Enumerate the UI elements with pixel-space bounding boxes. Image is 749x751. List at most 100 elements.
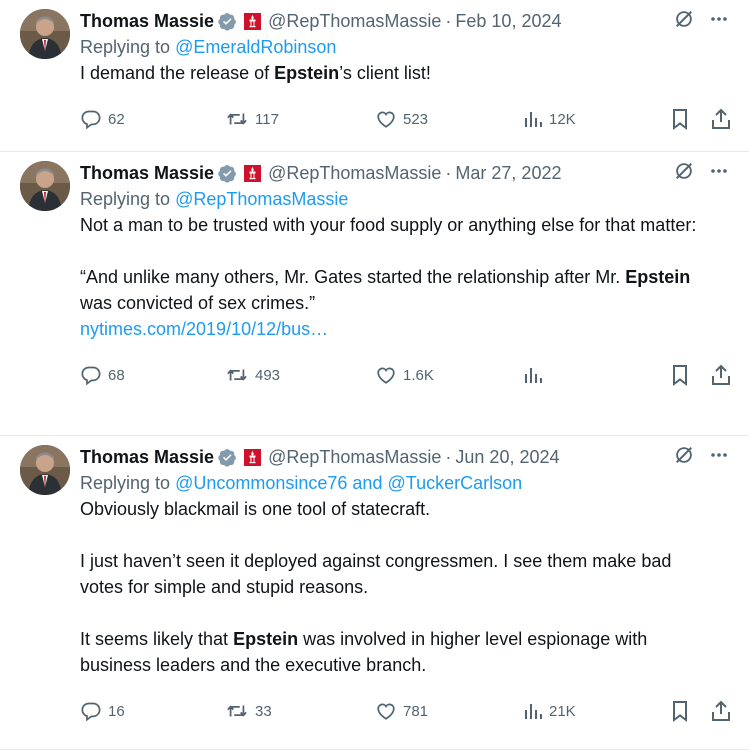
views-button[interactable]: 12K <box>523 99 576 139</box>
tweet-header: Thomas Massie @RepThomasMassie · Jun 20,… <box>80 444 749 470</box>
retweet-button[interactable]: 33 <box>225 691 272 731</box>
reply-icon <box>81 110 101 130</box>
more-icon[interactable] <box>709 161 729 186</box>
like-count: 523 <box>403 110 429 128</box>
views-count: 21K <box>549 702 576 720</box>
text-segment: Not a man to be trusted with your food s… <box>80 215 697 235</box>
tweet-text: Not a man to be trusted with your food s… <box>80 212 749 342</box>
highlighted-keyword: Epstein <box>274 63 340 83</box>
share-icon <box>712 700 730 721</box>
views-icon <box>525 704 542 719</box>
replying-to: Replying to @EmeraldRobinson <box>80 34 749 60</box>
tweet-paragraph: Obviously blackmail is one tool of state… <box>80 496 719 522</box>
tweet-date[interactable]: Feb 10, 2024 <box>455 8 561 34</box>
like-count: 781 <box>403 702 429 720</box>
tweet-header-actions <box>673 160 729 186</box>
reply-button[interactable]: 68 <box>80 355 125 395</box>
like-button[interactable]: 523 <box>375 99 428 139</box>
us-congress-flag-icon <box>243 12 262 31</box>
avatar[interactable] <box>20 161 70 211</box>
grok-icon[interactable] <box>673 8 695 35</box>
author-name[interactable]: Thomas Massie <box>80 8 214 34</box>
like-icon <box>377 111 395 128</box>
replying-to-prefix: Replying to <box>80 473 176 493</box>
views-count: 12K <box>549 110 576 128</box>
share-icon <box>712 364 730 385</box>
grok-icon[interactable] <box>673 160 695 187</box>
separator-dot: · <box>445 11 452 31</box>
text-segment: was convicted of sex crimes.” <box>80 293 316 313</box>
more-icon[interactable] <box>709 9 729 34</box>
avatar[interactable] <box>20 9 70 59</box>
reply-icon <box>81 702 101 722</box>
text-segment: It seems likely that <box>80 629 234 649</box>
tweet-header: Thomas Massie @RepThomasMassie · Feb 10,… <box>80 8 749 34</box>
tweet[interactable]: Thomas Massie @RepThomasMassie · Mar 27,… <box>0 152 749 436</box>
bookmark-button[interactable] <box>670 691 690 731</box>
tweet[interactable]: Thomas Massie @RepThomasMassie · Feb 10,… <box>0 0 749 152</box>
bookmark-button[interactable] <box>670 99 690 139</box>
like-count: 1.6K <box>403 366 434 384</box>
retweet-count: 33 <box>255 702 272 720</box>
avatar[interactable] <box>20 445 70 495</box>
grok-icon[interactable] <box>673 444 695 471</box>
author-name[interactable]: Thomas Massie <box>80 160 214 186</box>
reply-button[interactable]: 62 <box>80 99 125 139</box>
author-handle[interactable]: @RepThomasMassie <box>268 444 441 470</box>
verified-badge-icon <box>218 12 237 31</box>
separator-dot: · <box>445 163 452 183</box>
bookmark-icon <box>673 701 687 722</box>
reply-count: 68 <box>108 366 125 384</box>
retweet-button[interactable]: 493 <box>225 355 280 395</box>
verified-badge-icon <box>218 164 237 183</box>
share-icon <box>712 108 730 129</box>
tweet-date[interactable]: Mar 27, 2022 <box>455 160 561 186</box>
replying-to-link[interactable]: @EmeraldRobinson <box>175 37 336 57</box>
views-button[interactable]: 21K <box>523 691 576 731</box>
retweet-count: 117 <box>255 110 279 128</box>
share-button[interactable] <box>710 691 732 731</box>
tweet[interactable]: Thomas Massie @RepThomasMassie · Jun 20,… <box>0 436 749 750</box>
author-handle[interactable]: @RepThomasMassie <box>268 8 441 34</box>
retweet-icon <box>227 369 247 381</box>
text-segment: “And unlike many others, Mr. Gates start… <box>80 267 626 287</box>
tweet-actions: 16 33 781 21K <box>80 691 749 731</box>
bookmark-icon <box>673 365 687 386</box>
tweet-header: Thomas Massie @RepThomasMassie · Mar 27,… <box>80 160 749 186</box>
like-button[interactable]: 1.6K <box>375 355 434 395</box>
bookmark-icon <box>673 109 687 130</box>
retweet-button[interactable]: 117 <box>225 99 279 139</box>
url-link[interactable]: nytimes.com/2019/10/12/bus… <box>80 319 328 339</box>
highlighted-keyword: Epstein <box>233 629 299 649</box>
tweet-paragraph: Not a man to be trusted with your food s… <box>80 212 719 238</box>
like-icon <box>377 703 395 720</box>
us-congress-flag-icon <box>243 164 262 183</box>
reply-count: 62 <box>108 110 125 128</box>
reply-icon <box>81 366 101 386</box>
replying-to: Replying to @RepThomasMassie <box>80 186 749 212</box>
reply-button[interactable]: 16 <box>80 691 125 731</box>
bookmark-button[interactable] <box>670 355 690 395</box>
replying-to-and: and <box>347 473 388 493</box>
text-segment: I demand the release of <box>80 63 275 83</box>
text-segment: Obviously blackmail is one tool of state… <box>80 499 431 519</box>
views-button[interactable] <box>523 355 549 395</box>
author-name[interactable]: Thomas Massie <box>80 444 214 470</box>
us-congress-flag-icon <box>243 448 262 467</box>
retweet-count: 493 <box>255 366 281 384</box>
tweet-actions: 62 117 523 12K <box>80 99 749 139</box>
replying-to-prefix: Replying to <box>80 189 176 209</box>
author-handle[interactable]: @RepThomasMassie <box>268 160 441 186</box>
more-icon[interactable] <box>709 445 729 470</box>
replying-to-prefix: Replying to <box>80 37 176 57</box>
replying-to-link-2[interactable]: @TuckerCarlson <box>387 473 522 493</box>
reply-count: 16 <box>108 702 125 720</box>
share-button[interactable] <box>710 99 732 139</box>
replying-to-link[interactable]: @Uncommonsince76 <box>175 473 347 493</box>
views-icon <box>525 368 542 383</box>
replying-to-link[interactable]: @RepThomasMassie <box>175 189 348 209</box>
retweet-icon <box>227 113 247 125</box>
tweet-date[interactable]: Jun 20, 2024 <box>455 444 559 470</box>
like-button[interactable]: 781 <box>375 691 428 731</box>
share-button[interactable] <box>710 355 732 395</box>
